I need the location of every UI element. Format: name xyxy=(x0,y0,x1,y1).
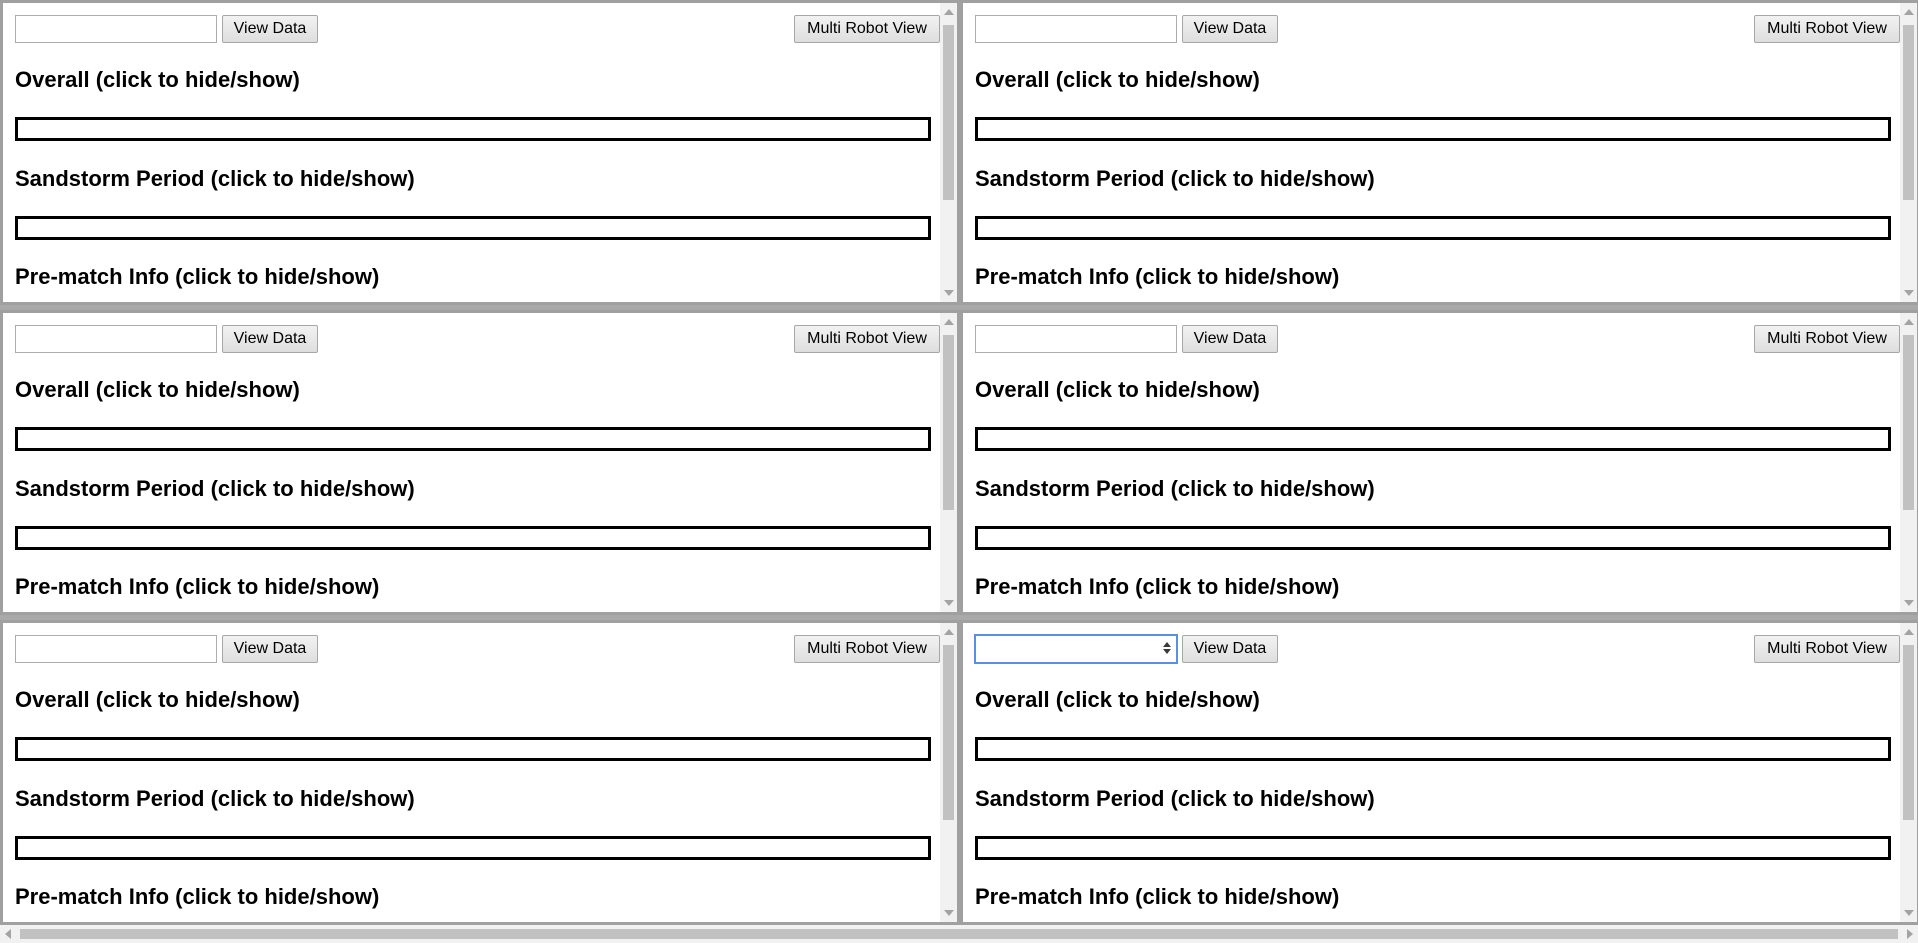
sandstorm-section-box xyxy=(15,216,931,240)
scrollbar-thumb[interactable] xyxy=(1903,335,1914,510)
scrollbar-thumb[interactable] xyxy=(943,25,954,200)
robot-panel: View Data Multi Robot View Overall (clic… xyxy=(960,0,1918,305)
scroll-up-arrow-icon[interactable] xyxy=(1904,319,1914,325)
multi-robot-view-button[interactable]: Multi Robot View xyxy=(1754,325,1900,353)
team-number-input[interactable] xyxy=(975,325,1177,353)
overall-section-box xyxy=(15,117,931,141)
view-data-button[interactable]: View Data xyxy=(1182,325,1278,353)
panel-vertical-scrollbar[interactable] xyxy=(940,623,957,922)
view-data-button[interactable]: View Data xyxy=(1182,635,1278,663)
scroll-up-arrow-icon[interactable] xyxy=(944,629,954,635)
multi-robot-view-button[interactable]: Multi Robot View xyxy=(1754,635,1900,663)
section-toggle-overall[interactable]: Overall (click to hide/show) xyxy=(975,67,1260,93)
panel-content: View Data Multi Robot View Overall (clic… xyxy=(3,3,940,302)
scroll-down-arrow-icon[interactable] xyxy=(944,290,954,296)
scroll-right-arrow-icon[interactable] xyxy=(1907,929,1913,939)
section-toggle-sandstorm[interactable]: Sandstorm Period (click to hide/show) xyxy=(15,476,415,502)
team-number-input[interactable] xyxy=(15,15,217,43)
scroll-up-arrow-icon[interactable] xyxy=(944,319,954,325)
section-toggle-prematch[interactable]: Pre-match Info (click to hide/show) xyxy=(975,264,1339,290)
panel-content: View Data Multi Robot View Overall (clic… xyxy=(963,623,1900,922)
section-toggle-prematch[interactable]: Pre-match Info (click to hide/show) xyxy=(975,884,1339,910)
scrollbar-thumb[interactable] xyxy=(943,645,954,820)
overall-section-box xyxy=(15,737,931,761)
section-toggle-sandstorm[interactable]: Sandstorm Period (click to hide/show) xyxy=(975,166,1375,192)
panel-content: View Data Multi Robot View Overall (clic… xyxy=(3,623,940,922)
robot-panel: View Data Multi Robot View Overall (clic… xyxy=(960,620,1918,925)
view-data-button[interactable]: View Data xyxy=(222,635,318,663)
panel-vertical-scrollbar[interactable] xyxy=(940,3,957,302)
panel-content: View Data Multi Robot View Overall (clic… xyxy=(3,313,940,612)
section-toggle-prematch[interactable]: Pre-match Info (click to hide/show) xyxy=(15,574,379,600)
multi-robot-view-button[interactable]: Multi Robot View xyxy=(794,635,940,663)
scroll-left-arrow-icon[interactable] xyxy=(5,929,11,939)
team-number-input[interactable] xyxy=(974,634,1178,664)
section-toggle-prematch[interactable]: Pre-match Info (click to hide/show) xyxy=(15,884,379,910)
robot-panel: View Data Multi Robot View Overall (clic… xyxy=(0,620,960,925)
sandstorm-section-box xyxy=(975,836,1891,860)
panel-vertical-scrollbar[interactable] xyxy=(1900,3,1917,302)
view-data-button[interactable]: View Data xyxy=(222,15,318,43)
team-number-input[interactable] xyxy=(15,635,217,663)
panel-content: View Data Multi Robot View Overall (clic… xyxy=(963,3,1900,302)
scrollbar-thumb[interactable] xyxy=(1903,645,1914,820)
scrollbar-thumb[interactable] xyxy=(20,929,1898,939)
multi-robot-view-button[interactable]: Multi Robot View xyxy=(794,325,940,353)
multi-robot-view-button[interactable]: Multi Robot View xyxy=(794,15,940,43)
number-spinner-icon[interactable] xyxy=(1163,641,1171,655)
scroll-up-arrow-icon[interactable] xyxy=(944,9,954,15)
sandstorm-section-box xyxy=(15,836,931,860)
section-toggle-sandstorm[interactable]: Sandstorm Period (click to hide/show) xyxy=(15,166,415,192)
section-toggle-prematch[interactable]: Pre-match Info (click to hide/show) xyxy=(15,264,379,290)
section-toggle-sandstorm[interactable]: Sandstorm Period (click to hide/show) xyxy=(975,786,1375,812)
panel-vertical-scrollbar[interactable] xyxy=(1900,313,1917,612)
panel-vertical-scrollbar[interactable] xyxy=(1900,623,1917,922)
page-horizontal-scrollbar[interactable] xyxy=(0,925,1918,943)
section-toggle-prematch[interactable]: Pre-match Info (click to hide/show) xyxy=(975,574,1339,600)
scroll-down-arrow-icon[interactable] xyxy=(1904,600,1914,606)
section-toggle-sandstorm[interactable]: Sandstorm Period (click to hide/show) xyxy=(975,476,1375,502)
scrollbar-thumb[interactable] xyxy=(1903,25,1914,200)
scroll-up-arrow-icon[interactable] xyxy=(1904,629,1914,635)
sandstorm-section-box xyxy=(15,526,931,550)
scroll-up-arrow-icon[interactable] xyxy=(1904,9,1914,15)
section-toggle-sandstorm[interactable]: Sandstorm Period (click to hide/show) xyxy=(15,786,415,812)
multi-robot-view-button[interactable]: Multi Robot View xyxy=(1754,15,1900,43)
overall-section-box xyxy=(975,737,1891,761)
robot-view-grid: View Data Multi Robot View Overall (clic… xyxy=(0,0,1918,925)
scroll-down-arrow-icon[interactable] xyxy=(944,600,954,606)
overall-section-box xyxy=(975,427,1891,451)
scroll-down-arrow-icon[interactable] xyxy=(1904,910,1914,916)
overall-section-box xyxy=(15,427,931,451)
scrollbar-thumb[interactable] xyxy=(943,335,954,510)
view-data-button[interactable]: View Data xyxy=(222,325,318,353)
scroll-down-arrow-icon[interactable] xyxy=(1904,290,1914,296)
view-data-button[interactable]: View Data xyxy=(1182,15,1278,43)
panel-vertical-scrollbar[interactable] xyxy=(940,313,957,612)
section-toggle-overall[interactable]: Overall (click to hide/show) xyxy=(15,67,300,93)
panel-content: View Data Multi Robot View Overall (clic… xyxy=(963,313,1900,612)
robot-panel: View Data Multi Robot View Overall (clic… xyxy=(0,0,960,305)
scroll-down-arrow-icon[interactable] xyxy=(944,910,954,916)
sandstorm-section-box xyxy=(975,216,1891,240)
team-number-input[interactable] xyxy=(975,15,1177,43)
section-toggle-overall[interactable]: Overall (click to hide/show) xyxy=(975,687,1260,713)
robot-panel: View Data Multi Robot View Overall (clic… xyxy=(0,310,960,615)
section-toggle-overall[interactable]: Overall (click to hide/show) xyxy=(15,687,300,713)
team-number-input[interactable] xyxy=(15,325,217,353)
sandstorm-section-box xyxy=(975,526,1891,550)
overall-section-box xyxy=(975,117,1891,141)
section-toggle-overall[interactable]: Overall (click to hide/show) xyxy=(15,377,300,403)
section-toggle-overall[interactable]: Overall (click to hide/show) xyxy=(975,377,1260,403)
robot-panel: View Data Multi Robot View Overall (clic… xyxy=(960,310,1918,615)
